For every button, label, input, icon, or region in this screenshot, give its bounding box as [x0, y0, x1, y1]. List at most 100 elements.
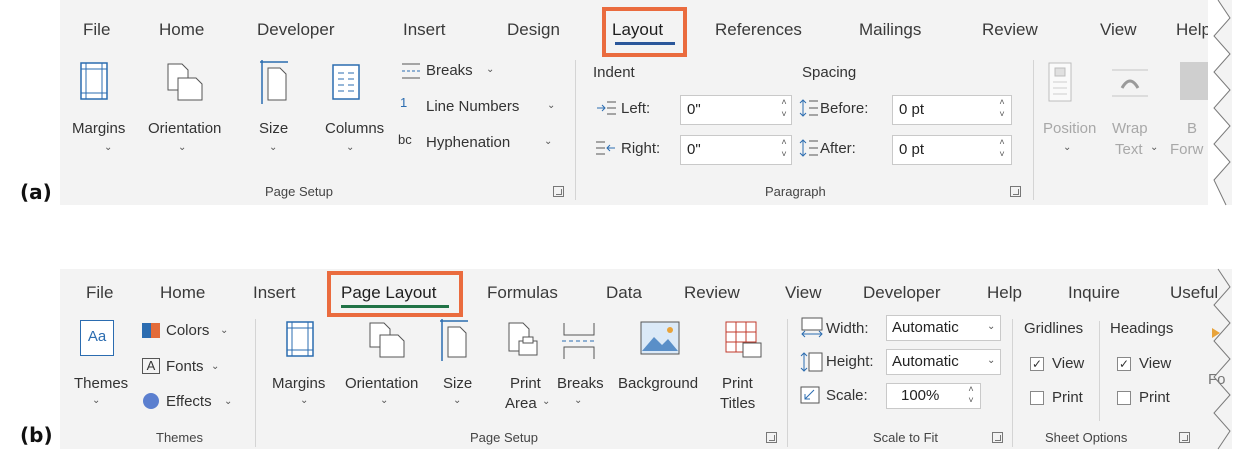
- tab-data[interactable]: Data: [606, 283, 642, 303]
- gridlines-print-checkbox[interactable]: [1030, 391, 1044, 405]
- tab-review[interactable]: Review: [684, 283, 740, 303]
- print-area-button[interactable]: Area: [505, 395, 537, 412]
- group-separator: [575, 60, 576, 200]
- spin-up-icon[interactable]: ˄: [997, 138, 1007, 147]
- torn-edge: [1208, 0, 1231, 206]
- position-icon: [1048, 62, 1072, 102]
- tab-references[interactable]: References: [715, 20, 802, 40]
- gridlines-view-label: View: [1052, 355, 1085, 372]
- effects-button[interactable]: Effects: [166, 393, 212, 410]
- group-separator: [787, 319, 788, 447]
- chevron-down-icon: ⌄: [224, 396, 233, 407]
- margins-button[interactable]: Margins: [72, 120, 125, 137]
- orientation-button[interactable]: Orientation: [148, 120, 221, 137]
- hyphenation-button[interactable]: Hyphenation: [426, 134, 510, 151]
- margins-button[interactable]: Margins: [272, 375, 325, 392]
- spacing-before-field[interactable]: 0 pt: [892, 95, 1012, 125]
- tab-file[interactable]: File: [83, 20, 110, 40]
- columns-button[interactable]: Columns: [325, 120, 384, 137]
- breaks-button[interactable]: Breaks: [426, 62, 473, 79]
- tab-home[interactable]: Home: [159, 20, 204, 40]
- spin-down-icon[interactable]: ˅: [779, 150, 789, 159]
- chevron-down-icon: ⌄: [542, 396, 551, 407]
- spin-up-icon[interactable]: ˄: [779, 138, 789, 147]
- tab-help[interactable]: Help: [987, 283, 1022, 303]
- bring-label[interactable]: B: [1187, 120, 1197, 137]
- fonts-button[interactable]: Fonts: [166, 358, 204, 375]
- spin-down-icon[interactable]: ˅: [779, 110, 789, 119]
- breaks-icon: [562, 323, 596, 359]
- height-dropdown[interactable]: Automatic: [886, 349, 1001, 375]
- themes-button[interactable]: Themes: [74, 375, 128, 392]
- sheet-options-launcher-icon[interactable]: [1179, 432, 1190, 443]
- scale-to-fit-launcher-icon[interactable]: [992, 432, 1003, 443]
- panel-a-label: (a): [20, 180, 52, 204]
- word-layout-ribbon: File Home Developer Insert Design Layout…: [60, 0, 1232, 206]
- line-numbers-button[interactable]: Line Numbers: [426, 98, 519, 115]
- group-label-page-setup: Page Setup: [470, 430, 538, 445]
- spin-up-icon[interactable]: ˄: [997, 98, 1007, 107]
- wrap-label[interactable]: Wrap: [1112, 120, 1148, 137]
- colors-button[interactable]: Colors: [166, 322, 209, 339]
- headings-heading: Headings: [1110, 320, 1174, 337]
- tab-help[interactable]: Help: [1176, 20, 1211, 40]
- headings-view-checkbox[interactable]: ✓: [1117, 357, 1131, 371]
- forward-label[interactable]: Forw: [1170, 141, 1203, 158]
- print-area-icon: [508, 322, 538, 356]
- print-area-label: Print: [510, 375, 541, 392]
- tab-formulas[interactable]: Formulas: [487, 283, 558, 303]
- tab-inquire[interactable]: Inquire: [1068, 283, 1120, 303]
- breaks-icon: [402, 63, 420, 79]
- active-tab-underline: [615, 42, 675, 45]
- indent-left-field[interactable]: 0": [680, 95, 792, 125]
- tab-view[interactable]: View: [785, 283, 822, 303]
- chevron-down-icon: ⌄: [211, 361, 220, 372]
- position-button[interactable]: Position: [1043, 120, 1096, 137]
- chevron-down-icon: ⌄: [269, 142, 278, 153]
- chevron-down-icon: ⌄: [104, 142, 113, 153]
- headings-print-checkbox[interactable]: [1117, 391, 1131, 405]
- effects-icon: [143, 393, 159, 409]
- spin-down-icon[interactable]: ˅: [966, 396, 976, 405]
- size-button[interactable]: Size: [443, 375, 472, 392]
- gridlines-view-checkbox[interactable]: ✓: [1030, 357, 1044, 371]
- tab-design[interactable]: Design: [507, 20, 560, 40]
- orientation-button[interactable]: Orientation: [345, 375, 418, 392]
- background-button[interactable]: Background: [618, 375, 698, 392]
- page-setup-launcher-icon[interactable]: [553, 186, 564, 197]
- tab-file[interactable]: File: [86, 283, 113, 303]
- line-numbers-icon: 1: [400, 95, 408, 110]
- chevron-down-icon: ⌄: [346, 142, 355, 153]
- tab-developer[interactable]: Developer: [863, 283, 941, 303]
- orientation-icon: [369, 322, 405, 358]
- tab-insert[interactable]: Insert: [253, 283, 296, 303]
- print-titles-label: Print: [722, 375, 753, 392]
- spin-down-icon[interactable]: ˅: [997, 110, 1007, 119]
- spin-down-icon[interactable]: ˅: [997, 150, 1007, 159]
- tab-review[interactable]: Review: [982, 20, 1038, 40]
- spin-up-icon[interactable]: ˄: [779, 98, 789, 107]
- themes-icon: Aa: [80, 320, 114, 356]
- spin-up-icon[interactable]: ˄: [966, 385, 976, 394]
- page-setup-launcher-icon[interactable]: [766, 432, 777, 443]
- tab-home[interactable]: Home: [160, 283, 205, 303]
- spacing-before-icon: [799, 99, 818, 117]
- torn-edge: [1213, 268, 1231, 450]
- panel-b-label: (b): [20, 423, 53, 447]
- size-button[interactable]: Size: [259, 120, 288, 137]
- tab-mailings[interactable]: Mailings: [859, 20, 921, 40]
- indent-left-label: Left:: [621, 100, 651, 117]
- tab-insert[interactable]: Insert: [403, 20, 446, 40]
- spacing-after-field[interactable]: 0 pt: [892, 135, 1012, 165]
- indent-right-field[interactable]: 0": [680, 135, 792, 165]
- margins-icon: [80, 62, 108, 100]
- print-titles-button[interactable]: Titles: [720, 395, 755, 412]
- breaks-button[interactable]: Breaks: [557, 375, 604, 392]
- ribbon-tabs: File Home Insert Page Layout Formulas Da…: [60, 269, 1232, 325]
- wrap-text-button[interactable]: Text: [1115, 141, 1143, 158]
- tab-view[interactable]: View: [1100, 20, 1137, 40]
- width-dropdown[interactable]: Automatic: [886, 315, 1001, 341]
- paragraph-launcher-icon[interactable]: [1010, 186, 1021, 197]
- tab-developer[interactable]: Developer: [257, 20, 335, 40]
- margins-icon: [286, 321, 314, 357]
